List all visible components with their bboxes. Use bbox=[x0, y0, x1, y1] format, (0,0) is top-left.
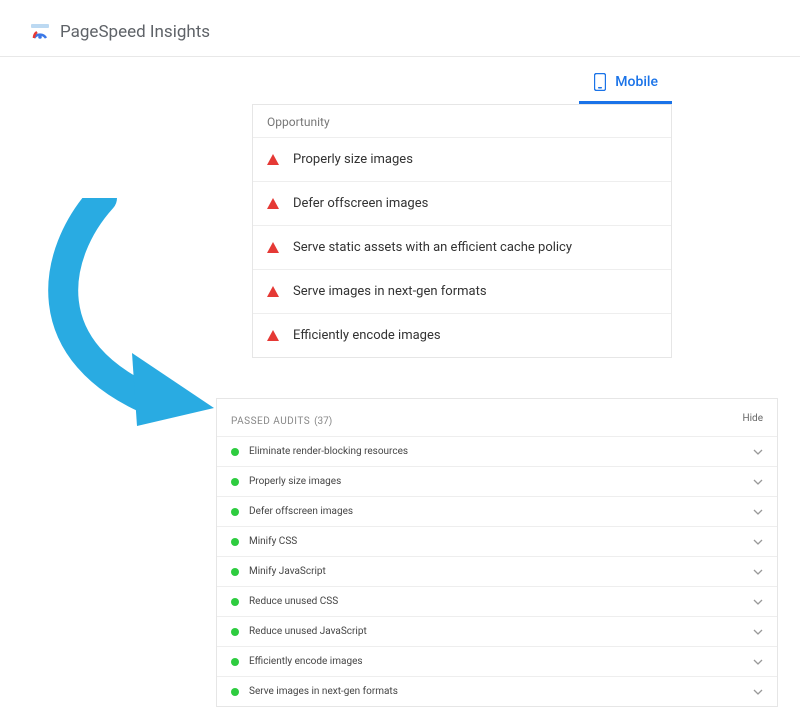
passed-audits-count: (37) bbox=[314, 416, 332, 427]
opportunity-row[interactable]: Defer offscreen images bbox=[253, 181, 671, 225]
opportunity-header: Opportunity bbox=[253, 105, 671, 137]
passed-audit-row[interactable]: Reduce unused CSS bbox=[217, 586, 777, 616]
pass-dot-icon bbox=[231, 658, 239, 666]
opportunity-label: Efficiently encode images bbox=[293, 328, 441, 343]
opportunity-row[interactable]: Properly size images bbox=[253, 137, 671, 181]
opportunity-row[interactable]: Efficiently encode images bbox=[253, 313, 671, 357]
tab-bar: Mobile bbox=[0, 57, 800, 104]
passed-audit-row[interactable]: Minify JavaScript bbox=[217, 556, 777, 586]
pass-dot-icon bbox=[231, 568, 239, 576]
passed-audit-row[interactable]: Minify CSS bbox=[217, 526, 777, 556]
warning-triangle-icon bbox=[267, 242, 279, 253]
passed-audits-title: PASSED AUDITS bbox=[231, 416, 310, 427]
warning-triangle-icon bbox=[267, 154, 279, 165]
chevron-down-icon bbox=[753, 597, 763, 607]
chevron-down-icon bbox=[753, 507, 763, 517]
passed-audit-label: Minify JavaScript bbox=[249, 566, 743, 577]
passed-audit-label: Reduce unused CSS bbox=[249, 596, 743, 607]
tab-mobile-label: Mobile bbox=[615, 74, 658, 90]
pass-dot-icon bbox=[231, 538, 239, 546]
opportunity-label: Defer offscreen images bbox=[293, 196, 428, 211]
passed-audit-label: Minify CSS bbox=[249, 536, 743, 547]
pass-dot-icon bbox=[231, 688, 239, 696]
passed-audit-row[interactable]: Eliminate render-blocking resources bbox=[217, 436, 777, 466]
opportunity-label: Serve static assets with an efficient ca… bbox=[293, 240, 572, 255]
pagespeed-logo-icon bbox=[30, 22, 50, 42]
chevron-down-icon bbox=[753, 627, 763, 637]
passed-audit-row[interactable]: Efficiently encode images bbox=[217, 646, 777, 676]
chevron-down-icon bbox=[753, 687, 763, 697]
pass-dot-icon bbox=[231, 508, 239, 516]
pass-dot-icon bbox=[231, 478, 239, 486]
passed-audit-row[interactable]: Reduce unused JavaScript bbox=[217, 616, 777, 646]
warning-triangle-icon bbox=[267, 198, 279, 209]
page-title: PageSpeed Insights bbox=[60, 22, 210, 42]
hide-button[interactable]: Hide bbox=[742, 413, 763, 424]
opportunity-label: Serve images in next-gen formats bbox=[293, 284, 487, 299]
passed-audit-label: Efficiently encode images bbox=[249, 656, 743, 667]
app-header: PageSpeed Insights bbox=[0, 0, 800, 57]
passed-audit-row[interactable]: Defer offscreen images bbox=[217, 496, 777, 526]
warning-triangle-icon bbox=[267, 330, 279, 341]
opportunity-row[interactable]: Serve static assets with an efficient ca… bbox=[253, 225, 671, 269]
chevron-down-icon bbox=[753, 567, 763, 577]
tab-mobile[interactable]: Mobile bbox=[579, 65, 672, 104]
passed-audit-row[interactable]: Serve images in next-gen formats bbox=[217, 676, 777, 706]
pass-dot-icon bbox=[231, 448, 239, 456]
warning-triangle-icon bbox=[267, 286, 279, 297]
opportunity-label: Properly size images bbox=[293, 152, 413, 167]
passed-audit-label: Reduce unused JavaScript bbox=[249, 626, 743, 637]
chevron-down-icon bbox=[753, 657, 763, 667]
chevron-down-icon bbox=[753, 447, 763, 457]
passed-audit-label: Eliminate render-blocking resources bbox=[249, 446, 743, 457]
arrow-annotation-icon bbox=[42, 198, 217, 428]
opportunity-panel: Opportunity Properly size images Defer o… bbox=[252, 104, 672, 358]
chevron-down-icon bbox=[753, 477, 763, 487]
passed-audits-header: PASSED AUDITS (37) Hide bbox=[217, 399, 777, 436]
mobile-icon bbox=[593, 73, 607, 91]
passed-audit-label: Properly size images bbox=[249, 476, 743, 487]
pass-dot-icon bbox=[231, 628, 239, 636]
chevron-down-icon bbox=[753, 537, 763, 547]
passed-audit-row[interactable]: Properly size images bbox=[217, 466, 777, 496]
pass-dot-icon bbox=[231, 598, 239, 606]
passed-audit-label: Defer offscreen images bbox=[249, 506, 743, 517]
opportunity-row[interactable]: Serve images in next-gen formats bbox=[253, 269, 671, 313]
passed-audit-label: Serve images in next-gen formats bbox=[249, 686, 743, 697]
passed-audits-panel: PASSED AUDITS (37) Hide Eliminate render… bbox=[216, 398, 778, 707]
